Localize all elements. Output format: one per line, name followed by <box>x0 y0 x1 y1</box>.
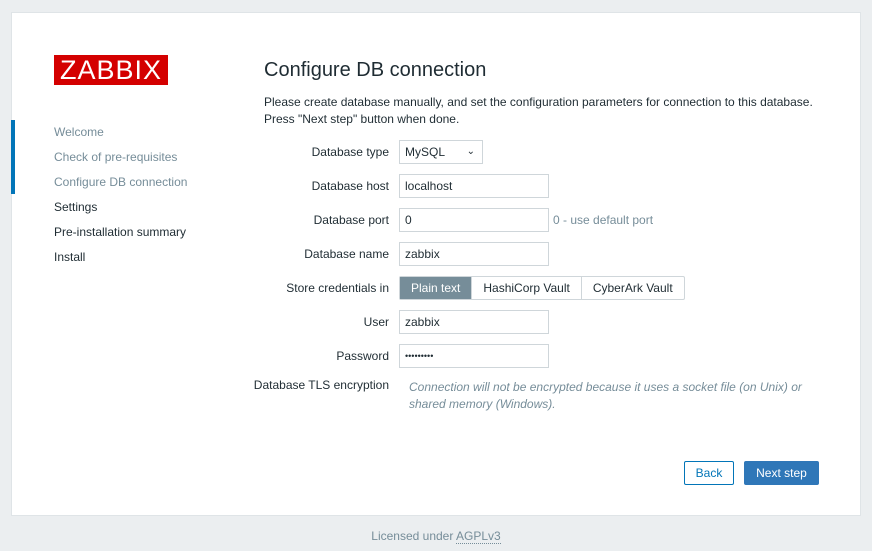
step-settings: Settings <box>54 200 98 214</box>
db-port-input[interactable]: 0 <box>399 208 549 232</box>
row-db-port: Database port 0 0 - use default port <box>252 208 653 232</box>
db-type-value: MySQL <box>405 145 446 159</box>
row-tls: Database TLS encryption <box>252 378 399 395</box>
db-port-hint: 0 - use default port <box>553 213 654 227</box>
row-password: Password ••••••••• <box>252 344 549 368</box>
password-label: Password <box>336 349 389 363</box>
step-install: Install <box>54 250 86 264</box>
tls-message: Connection will not be encrypted because… <box>409 380 802 411</box>
footer: Licensed under AGPLv3 <box>0 529 872 544</box>
row-db-type: Database type MySQL ⌄ <box>252 140 483 164</box>
option-plain-text[interactable]: Plain text <box>400 277 472 299</box>
user-input[interactable]: zabbix <box>399 310 549 334</box>
row-user: User zabbix <box>252 310 549 334</box>
tls-label: Database TLS encryption <box>253 378 389 392</box>
store-credentials-toggle: Plain text HashiCorp Vault CyberArk Vaul… <box>399 276 685 300</box>
db-name-label: Database name <box>304 247 389 261</box>
setup-steps: Welcome Check of pre-requisites Configur… <box>54 124 187 274</box>
zabbix-logo: ZABBIX <box>54 55 168 85</box>
description-line: Press "Next step" button when done. <box>264 112 460 126</box>
row-db-name: Database name zabbix <box>252 242 549 266</box>
license-text: Licensed under <box>371 529 457 543</box>
chevron-down-icon: ⌄ <box>466 146 475 157</box>
license-link[interactable]: AGPLv3 <box>456 529 501 544</box>
db-type-label: Database type <box>311 145 389 159</box>
db-host-label: Database host <box>311 179 389 193</box>
step-prerequisites: Check of pre-requisites <box>54 150 178 164</box>
step-db-connection: Configure DB connection <box>54 175 188 189</box>
description: Please create database manually, and set… <box>264 94 813 128</box>
description-line: Please create database manually, and set… <box>264 95 813 109</box>
progress-indicator <box>11 120 15 194</box>
db-name-input[interactable]: zabbix <box>399 242 549 266</box>
row-store-credentials: Store credentials in Plain text HashiCor… <box>252 276 685 300</box>
db-port-label: Database port <box>313 213 389 227</box>
page-title: Configure DB connection <box>264 59 487 81</box>
password-input[interactable]: ••••••••• <box>399 344 549 368</box>
db-host-input[interactable]: localhost <box>399 174 549 198</box>
db-type-select[interactable]: MySQL ⌄ <box>399 140 483 164</box>
setup-card: ZABBIX Welcome Check of pre-requisites C… <box>11 12 861 516</box>
back-button[interactable]: Back <box>684 461 734 485</box>
store-credentials-label: Store credentials in <box>286 281 389 295</box>
row-db-host: Database host localhost <box>252 174 549 198</box>
option-cyberark-vault[interactable]: CyberArk Vault <box>580 277 684 299</box>
next-step-button[interactable]: Next step <box>744 461 819 485</box>
option-hashicorp-vault[interactable]: HashiCorp Vault <box>471 277 580 299</box>
step-welcome: Welcome <box>54 125 104 139</box>
user-label: User <box>363 315 389 329</box>
step-summary: Pre-installation summary <box>54 225 187 239</box>
